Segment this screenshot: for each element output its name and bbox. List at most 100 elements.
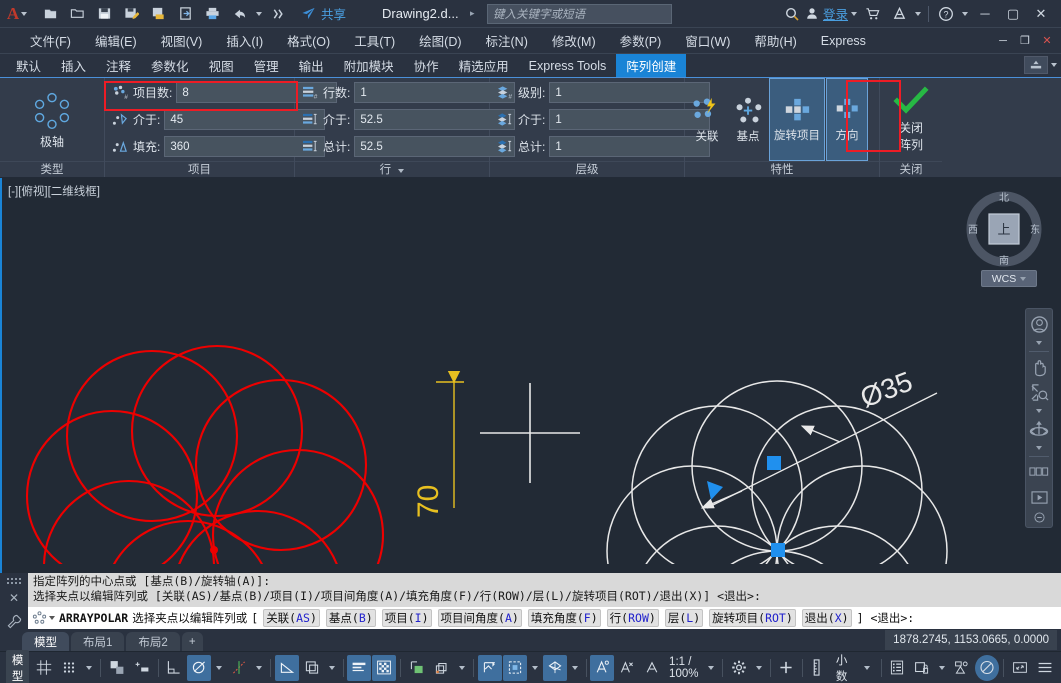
orbit-icon[interactable]	[1027, 418, 1051, 440]
lineweight-icon[interactable]	[347, 655, 371, 681]
annotation-add-scale-icon[interactable]	[615, 655, 639, 681]
menu-item-window[interactable]: 窗口(W)	[673, 29, 742, 52]
command-icon-group[interactable]	[32, 611, 55, 625]
menu-item-dimension[interactable]: 标注(N)	[474, 29, 540, 52]
tab-featured-apps[interactable]: 精选应用	[449, 54, 519, 77]
pan-hand-icon[interactable]	[1027, 356, 1051, 378]
layout-tab-layout1[interactable]: 布局1	[71, 632, 124, 651]
gizmo-icon[interactable]	[430, 655, 454, 681]
save-icon[interactable]	[92, 3, 116, 25]
menu-item-help[interactable]: 帮助(H)	[742, 29, 808, 52]
restore-drawing-button[interactable]: ❐	[1015, 31, 1035, 51]
menu-item-modify[interactable]: 修改(M)	[540, 29, 608, 52]
ribbon-options-icon[interactable]	[1051, 63, 1057, 67]
annotation-visibility-icon[interactable]	[478, 655, 502, 681]
tab-output[interactable]: 输出	[289, 54, 334, 77]
close-drawing-button[interactable]: ✕	[1037, 31, 1057, 51]
annotation-visibility-toggle-icon[interactable]	[640, 655, 664, 681]
gear-dropdown-icon[interactable]	[752, 655, 766, 681]
close-window-button[interactable]: ✕	[1027, 1, 1055, 27]
object-snap-icon[interactable]	[187, 655, 211, 681]
scale-dropdown-icon[interactable]	[704, 655, 718, 681]
wcs-selector[interactable]: WCS	[981, 270, 1037, 287]
workspace-switch-icon[interactable]	[543, 655, 567, 681]
fullscreen-icon[interactable]	[1008, 655, 1032, 681]
menu-item-draw[interactable]: 绘图(D)	[407, 29, 473, 52]
selection-cycling-dropdown-icon[interactable]	[325, 655, 339, 681]
drawing-canvas[interactable]: [-][俯视][二维线框]	[0, 178, 1061, 573]
gizmo-dropdown-icon[interactable]	[455, 655, 469, 681]
command-keyword-rotate-items[interactable]: 旋转项目(ROT)	[709, 609, 796, 627]
rotate-items-button[interactable]: 旋转项目	[769, 78, 825, 161]
command-keyword-associative[interactable]: 关联(AS)	[263, 609, 320, 627]
transparency-icon[interactable]	[372, 655, 396, 681]
command-tools-icon[interactable]	[4, 614, 24, 629]
customization-icon[interactable]	[1033, 655, 1057, 681]
view-cube[interactable]: 上 北 南 东 西	[965, 190, 1043, 268]
save-copy-icon[interactable]	[146, 3, 170, 25]
autoscale-dropdown-icon[interactable]	[528, 655, 542, 681]
units-icon[interactable]	[807, 655, 831, 681]
zoom-extents-icon[interactable]	[1027, 381, 1051, 403]
osnap-tracking-dropdown-icon[interactable]	[252, 655, 266, 681]
document-dropdown-icon[interactable]: ▸	[470, 8, 475, 19]
properties-list-icon[interactable]	[885, 655, 909, 681]
panel-rows-title[interactable]: 行	[295, 161, 489, 177]
units-label[interactable]: 小数	[832, 655, 856, 681]
menu-item-view[interactable]: 视图(V)	[149, 29, 215, 52]
search-box[interactable]	[487, 4, 672, 24]
undo-dropdown-icon[interactable]	[254, 3, 264, 25]
layout-tab-model[interactable]: 模型	[22, 632, 69, 651]
tab-array-creation[interactable]: 阵列创建	[616, 54, 686, 77]
tab-insert[interactable]: 插入	[51, 54, 96, 77]
polar-tracking-icon[interactable]	[130, 655, 154, 681]
open-folder-icon[interactable]	[65, 3, 89, 25]
new-file-icon[interactable]	[38, 3, 62, 25]
save-as-icon[interactable]	[119, 3, 143, 25]
ortho-icon[interactable]	[105, 655, 129, 681]
object-snap-dropdown-icon[interactable]	[212, 655, 226, 681]
tab-addins[interactable]: 附加模块	[334, 54, 404, 77]
selection-cycling-icon[interactable]	[300, 655, 324, 681]
command-keyword-exit[interactable]: 退出(X)	[802, 609, 852, 627]
menu-item-express[interactable]: Express	[809, 32, 878, 50]
workspace-dropdown-icon[interactable]	[568, 655, 582, 681]
command-keyword-fill-angle[interactable]: 填充角度(F)	[528, 609, 601, 627]
zoom-dropdown-icon[interactable]	[1027, 406, 1051, 415]
ribbon-minimize-icon[interactable]	[1024, 56, 1048, 74]
tab-manage[interactable]: 管理	[244, 54, 289, 77]
menu-item-insert[interactable]: 插入(I)	[214, 29, 275, 52]
ucs-angle-icon[interactable]	[275, 655, 299, 681]
steering-wheel-dropdown-icon[interactable]	[1027, 338, 1051, 347]
share-button[interactable]: 共享	[300, 4, 346, 23]
showmotion-windows-icon[interactable]	[1027, 461, 1051, 483]
menu-item-format[interactable]: 格式(O)	[275, 29, 342, 52]
layout-tab-add-button[interactable]: +	[182, 632, 203, 651]
layout-tab-layout2[interactable]: 布局2	[126, 632, 179, 651]
search-icon[interactable]	[779, 2, 805, 26]
login-button[interactable]: 登录	[805, 4, 848, 23]
steering-wheel-icon[interactable]	[1027, 313, 1051, 335]
command-input-row[interactable]: ARRAYPOLAR 选择夹点以编辑阵列或 [ 关联(AS) 基点(B) 项目(…	[28, 607, 1061, 629]
orbit-dropdown-icon[interactable]	[1027, 443, 1051, 452]
drag-grip-icon[interactable]	[4, 576, 24, 588]
command-keyword-levels[interactable]: 层(L)	[665, 609, 703, 627]
associative-button[interactable]: 关联	[687, 78, 727, 161]
autodesk-app-icon[interactable]	[886, 2, 912, 26]
snap-dropdown-icon[interactable]	[82, 655, 96, 681]
autoscale-icon[interactable]	[503, 655, 527, 681]
navbar-options-icon[interactable]	[1027, 511, 1051, 523]
command-keyword-rows[interactable]: 行(ROW)	[607, 609, 659, 627]
add-icon[interactable]	[774, 655, 798, 681]
command-keyword-angle-between[interactable]: 项目间角度(A)	[438, 609, 522, 627]
grid-icon[interactable]	[32, 655, 56, 681]
tab-default[interactable]: 默认	[6, 54, 51, 77]
tab-view[interactable]: 视图	[199, 54, 244, 77]
cart-icon[interactable]	[860, 2, 886, 26]
object-snap-tracking-icon[interactable]	[227, 655, 251, 681]
annotation-scale-icon[interactable]	[590, 655, 614, 681]
export-icon[interactable]	[173, 3, 197, 25]
isolate-dropdown-icon[interactable]	[935, 655, 949, 681]
close-array-button[interactable]: 关闭 阵列	[886, 86, 936, 153]
login-dropdown-icon[interactable]	[848, 2, 860, 26]
